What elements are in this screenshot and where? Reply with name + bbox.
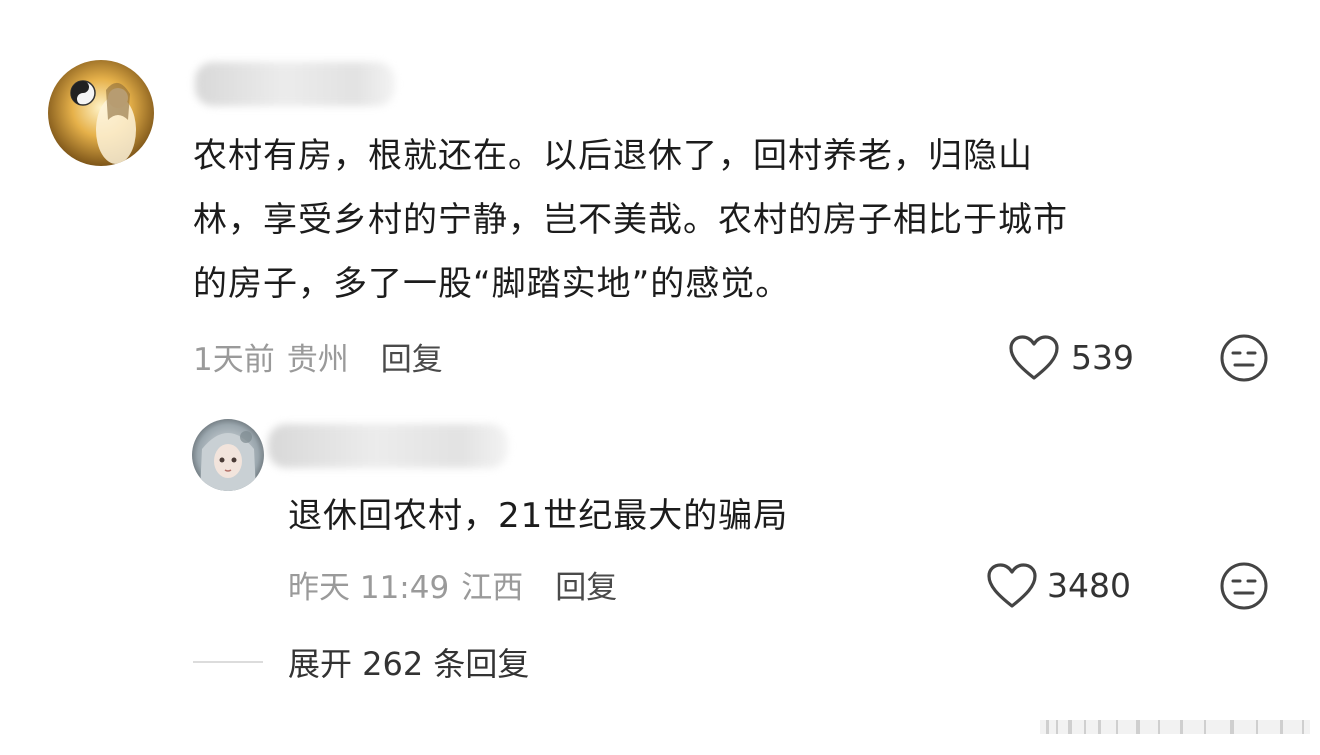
- reply-like-count: 3480: [1047, 566, 1131, 605]
- reply-meta: 昨天 11:49 江西 回复: [288, 562, 617, 606]
- dislike-button[interactable]: [1218, 332, 1270, 384]
- username-blurred[interactable]: [195, 62, 395, 106]
- reply-to-reply-button[interactable]: 回复: [555, 562, 617, 607]
- reply-like-button[interactable]: [984, 562, 1040, 610]
- comment-line: 的房子，多了一股“脚踏实地”的感觉。: [193, 264, 791, 304]
- heart-icon: [987, 563, 1037, 608]
- neutral-face-icon: [1220, 334, 1268, 382]
- comment-text: 农村有房，根就还在。以后退休了，回村养老，归隐山 林，享受乡村的宁静，岂不美哉。…: [193, 124, 1253, 316]
- reply-location: 江西: [461, 569, 524, 606]
- comment-line: 林，享受乡村的宁静，岂不美哉。农村的房子相比于城市: [193, 200, 1068, 240]
- comment-meta: 1天前 贵州 回复: [193, 334, 443, 378]
- comment-time: 1天前: [193, 341, 275, 378]
- watermark: [1040, 718, 1310, 736]
- reply-avatar[interactable]: [192, 419, 264, 491]
- reply-dislike-button[interactable]: [1218, 560, 1270, 612]
- reply-username-blurred[interactable]: [268, 424, 508, 468]
- reply-time: 昨天 11:49: [288, 569, 450, 606]
- neutral-face-icon: [1220, 562, 1268, 610]
- like-button[interactable]: [1006, 334, 1062, 382]
- expand-divider: [193, 661, 263, 663]
- comment-line: 农村有房，根就还在。以后退休了，回村养老，归隐山: [193, 136, 1033, 176]
- expand-replies-button[interactable]: 展开 262 条回复: [288, 642, 529, 686]
- reply-button[interactable]: 回复: [381, 334, 443, 379]
- heart-icon: [1009, 335, 1059, 380]
- like-count: 539: [1071, 338, 1134, 377]
- avatar[interactable]: [48, 60, 154, 166]
- reply-text: 退休回农村，21世纪最大的骗局: [288, 496, 789, 536]
- comment-location: 贵州: [286, 341, 349, 378]
